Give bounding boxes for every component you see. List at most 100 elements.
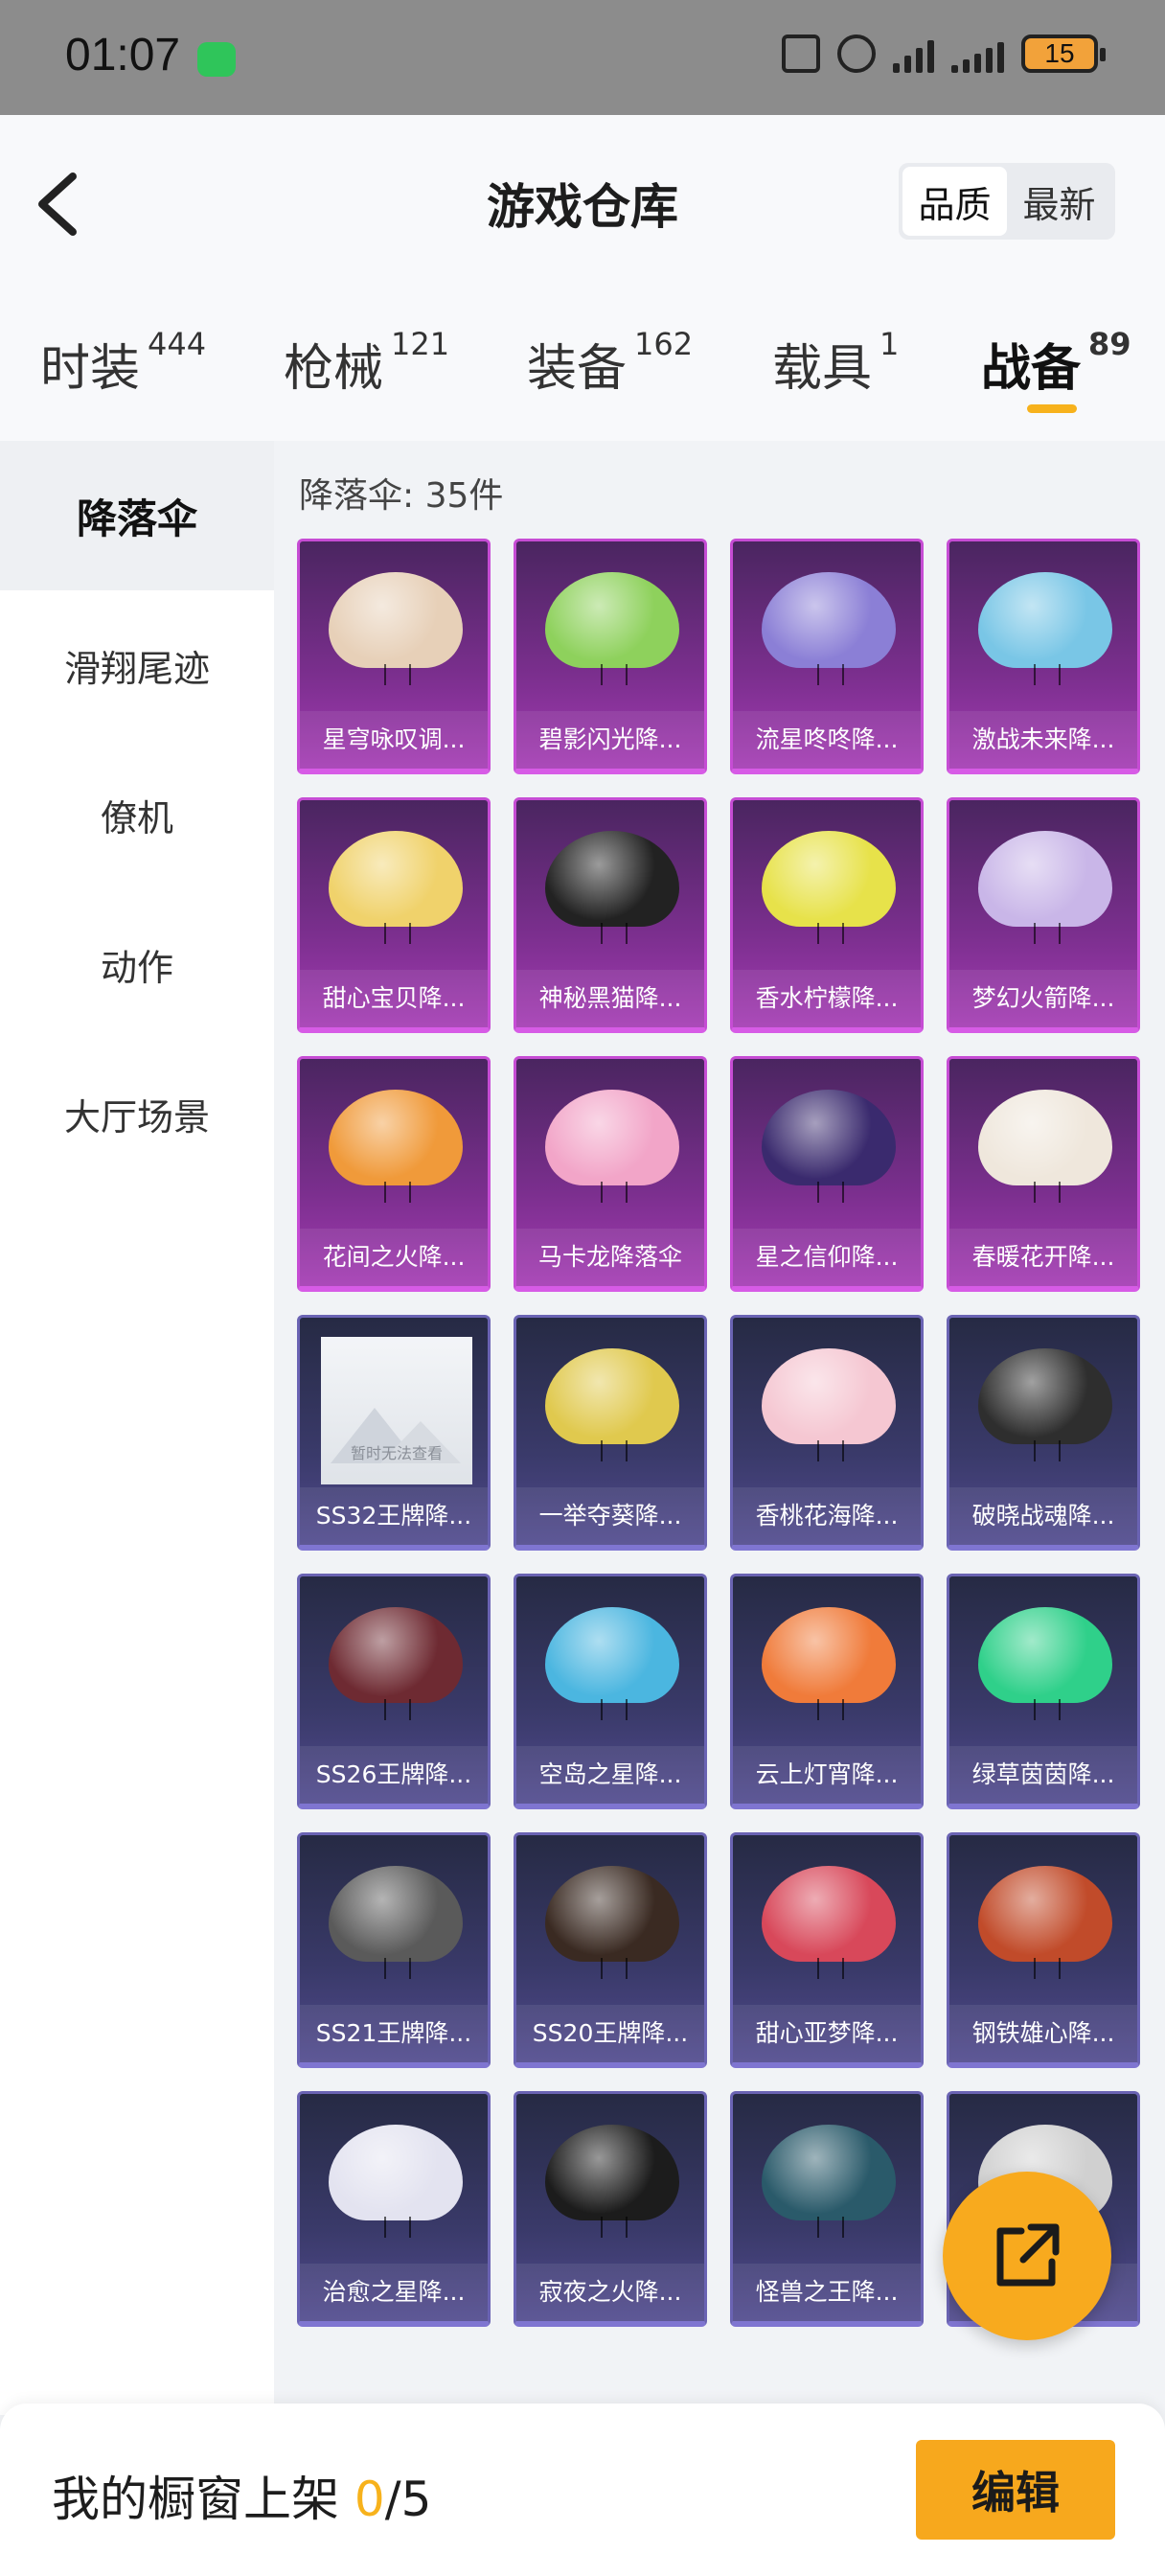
tab-label: 枪械 [284, 340, 384, 398]
item-name: 香水柠檬降... [733, 970, 921, 1027]
sort-quality-button[interactable]: 品质 [902, 167, 1007, 236]
item-card[interactable]: SS21王牌降... [297, 1832, 491, 2068]
showcase-count: 0 [354, 2472, 385, 2527]
item-name: 绿草茵茵降... [949, 1746, 1137, 1804]
item-name: SS21王牌降... [300, 2005, 488, 2062]
item-card[interactable]: 星穹咏叹调... [297, 539, 491, 774]
share-icon [996, 2223, 1060, 2287]
item-card[interactable]: 激战未来降... [947, 539, 1140, 774]
item-name: SS26王牌降... [300, 1746, 488, 1804]
parachute-image [978, 1866, 1112, 1979]
sidebar-item-wingman[interactable]: 僚机 [0, 740, 274, 889]
item-card[interactable]: 甜心亚梦降... [730, 1832, 924, 2068]
parachute-image [978, 1090, 1112, 1203]
showcase-bar: 我的橱窗上架 0/5 编辑 [0, 2404, 1165, 2576]
parachute-image [978, 1607, 1112, 1720]
item-card[interactable]: 神秘黑猫降... [514, 797, 707, 1033]
item-card[interactable]: 怪兽之王降... [730, 2091, 924, 2327]
showcase-total: /5 [384, 2472, 432, 2527]
tab-count: 121 [391, 326, 450, 362]
item-name: 甜心宝贝降... [300, 970, 488, 1027]
item-count-label: 降落伞: 35件 [299, 476, 504, 516]
item-card[interactable]: 治愈之星降... [297, 2091, 491, 2327]
parachute-image [329, 831, 463, 944]
item-card[interactable]: 香水柠檬降... [730, 797, 924, 1033]
item-name: 马卡龙降落伞 [516, 1229, 704, 1286]
item-card[interactable]: 碧影闪光降... [514, 539, 707, 774]
item-card[interactable]: 香桃花海降... [730, 1315, 924, 1551]
active-tab-indicator [1027, 404, 1077, 413]
tab-count: 89 [1088, 326, 1131, 362]
sidebar-item-glide-trail[interactable]: 滑翔尾迹 [0, 590, 274, 740]
tab-label: 装备 [527, 340, 628, 398]
item-card[interactable]: 甜心宝贝降... [297, 797, 491, 1033]
parachute-image [545, 572, 679, 685]
item-card[interactable]: 梦幻火箭降... [947, 797, 1140, 1033]
parachute-image [545, 2125, 679, 2238]
status-icons: 15 [782, 34, 1106, 73]
tab-label: 时装 [40, 340, 141, 398]
sidebar-item-lobby-scene[interactable]: 大厅场景 [0, 1039, 274, 1188]
showcase-status: 我的橱窗上架 0/5 [52, 2461, 431, 2530]
tab-vehicles[interactable]: 载具 1 [772, 326, 900, 400]
signal-2-icon [951, 34, 1004, 73]
item-card[interactable]: SS20王牌降... [514, 1832, 707, 2068]
item-card[interactable]: SS26王牌降... [297, 1574, 491, 1809]
item-name: 钢铁雄心降... [949, 2005, 1137, 2062]
item-name: 治愈之星降... [300, 2264, 488, 2321]
parachute-image [545, 1607, 679, 1720]
parachute-image [545, 831, 679, 944]
sidebar-item-action[interactable]: 动作 [0, 889, 274, 1039]
parachute-image [545, 1090, 679, 1203]
item-card[interactable]: 春暖花开降... [947, 1056, 1140, 1292]
tab-equipment[interactable]: 装备 162 [527, 326, 694, 400]
item-name: 怪兽之王降... [733, 2264, 921, 2321]
parachute-image [329, 1866, 463, 1979]
parachute-image [762, 572, 896, 685]
share-button[interactable] [943, 2172, 1111, 2340]
item-card[interactable]: 绿草茵茵降... [947, 1574, 1140, 1809]
item-name: 寂夜之火降... [516, 2264, 704, 2321]
tab-label: 载具 [772, 340, 873, 398]
item-name: 花间之火降... [300, 1229, 488, 1286]
sidebar: 降落伞 滑翔尾迹 僚机 动作 大厅场景 [0, 441, 274, 2415]
sort-toggle: 品质 最新 [899, 163, 1115, 240]
item-card[interactable]: 暂时无法查看 SS32王牌降... [297, 1315, 491, 1551]
item-name: 神秘黑猫降... [516, 970, 704, 1027]
item-name: SS20王牌降... [516, 2005, 704, 2062]
parachute-image [545, 1866, 679, 1979]
parachute-image [762, 1348, 896, 1461]
tab-guns[interactable]: 枪械 121 [284, 326, 450, 400]
item-card[interactable]: 星之信仰降... [730, 1056, 924, 1292]
item-card[interactable]: 空岛之星降... [514, 1574, 707, 1809]
item-card[interactable]: 马卡龙降落伞 [514, 1056, 707, 1292]
tab-count: 162 [634, 326, 694, 362]
nfc-icon [782, 34, 820, 73]
item-card[interactable]: 流星咚咚降... [730, 539, 924, 774]
parachute-image [978, 831, 1112, 944]
category-tabs: 时装 444 枪械 121 装备 162 载具 1 战备 89 [0, 316, 1165, 422]
tab-count: 1 [879, 326, 900, 362]
item-card[interactable]: 钢铁雄心降... [947, 1832, 1140, 2068]
item-card[interactable]: 花间之火降... [297, 1056, 491, 1292]
showcase-label: 我的橱窗上架 [52, 2472, 339, 2527]
item-card[interactable]: 破晓战魂降... [947, 1315, 1140, 1551]
item-card[interactable]: 云上灯宵降... [730, 1574, 924, 1809]
item-card[interactable]: 寂夜之火降... [514, 2091, 707, 2327]
parachute-image [762, 831, 896, 944]
tab-fashion[interactable]: 时装 444 [40, 326, 207, 400]
signal-icon [893, 34, 934, 73]
placeholder-text: 暂时无法查看 [350, 1444, 443, 1462]
edit-button[interactable]: 编辑 [916, 2440, 1115, 2540]
sidebar-item-parachute[interactable]: 降落伞 [0, 441, 274, 590]
tab-battle-gear[interactable]: 战备 89 [981, 326, 1131, 400]
tab-count: 444 [148, 326, 207, 362]
item-card[interactable]: 一举夺葵降... [514, 1315, 707, 1551]
parachute-image [762, 1866, 896, 1979]
item-name: SS32王牌降... [300, 1487, 488, 1545]
item-name: 梦幻火箭降... [949, 970, 1137, 1027]
sort-newest-button[interactable]: 最新 [1007, 167, 1111, 236]
status-time: 01:07 [65, 30, 181, 80]
battery-icon: 15 [1021, 34, 1106, 73]
item-name: 破晓战魂降... [949, 1487, 1137, 1545]
